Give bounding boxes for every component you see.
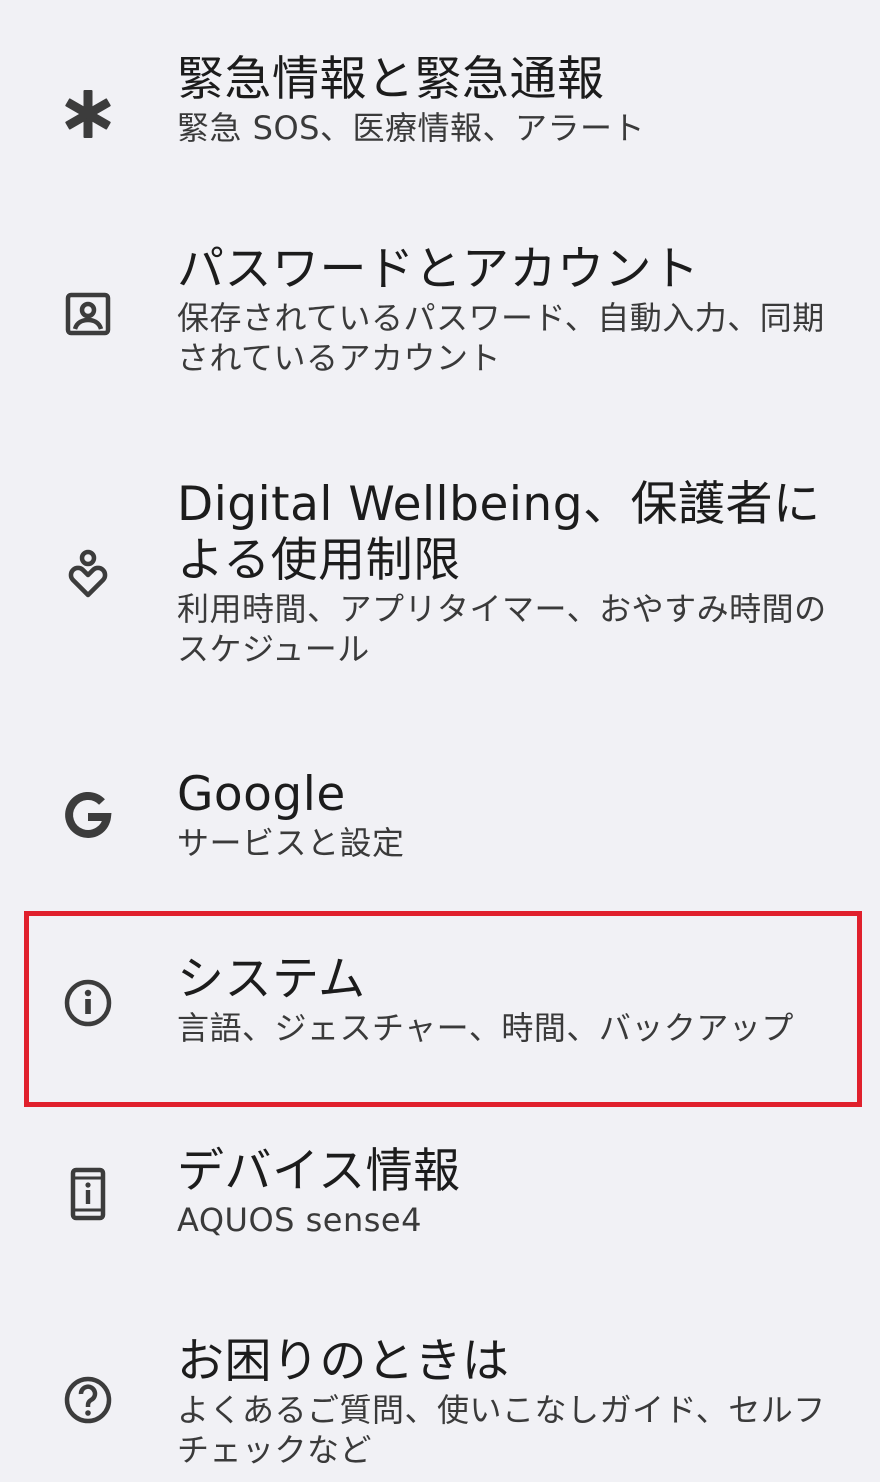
settings-item-subtitle: 保存されているパスワード、自動入力、同期されているアカウント bbox=[177, 299, 825, 377]
settings-item-help[interactable]: お困りのときは よくあるご質問、使いこなしガイド、セルフチェックなど bbox=[0, 1322, 880, 1482]
settings-item-title: パスワードとアカウント bbox=[177, 242, 700, 297]
help-icon bbox=[58, 1370, 118, 1430]
asterisk-icon bbox=[58, 84, 118, 144]
google-g-icon bbox=[58, 785, 118, 845]
phone-info-icon bbox=[58, 1164, 118, 1224]
settings-item-emergency[interactable]: 緊急情報と緊急通報 緊急 SOS、医療情報、アラート bbox=[0, 40, 880, 190]
settings-item-subtitle: AQUOS sense4 bbox=[177, 1201, 422, 1239]
settings-item-subtitle: 言語、ジェスチャー、時間、バックアップ bbox=[177, 1009, 794, 1047]
wellbeing-icon bbox=[58, 543, 118, 603]
settings-item-system[interactable]: システム 言語、ジェスチャー、時間、バックアップ bbox=[0, 940, 880, 1080]
account-box-icon bbox=[58, 284, 118, 344]
settings-item-title: Google bbox=[177, 767, 346, 822]
settings-item-title: システム bbox=[177, 952, 366, 1007]
settings-item-subtitle: 利用時間、アプリタイマー、おやすみ時間のスケジュール bbox=[177, 590, 827, 668]
info-icon bbox=[58, 973, 118, 1033]
settings-item-subtitle: よくあるご質問、使いこなしガイド、セルフチェックなど bbox=[177, 1391, 826, 1469]
settings-item-title: デバイス情報 bbox=[177, 1144, 461, 1199]
settings-item-digital-wellbeing[interactable]: Digital Wellbeing、保護者による使用制限 利用時間、アプリタイマ… bbox=[0, 465, 880, 695]
settings-item-device-info[interactable]: デバイス情報 AQUOS sense4 bbox=[0, 1132, 880, 1262]
settings-item-title: Digital Wellbeing、保護者による使用制限 bbox=[177, 477, 821, 588]
settings-item-google[interactable]: Google サービスと設定 bbox=[0, 755, 880, 885]
settings-item-title: お困りのときは bbox=[177, 1334, 510, 1389]
settings-item-subtitle: 緊急 SOS、医療情報、アラート bbox=[177, 109, 645, 147]
settings-item-subtitle: サービスと設定 bbox=[177, 824, 405, 862]
settings-item-passwords-accounts[interactable]: パスワードとアカウント 保存されているパスワード、自動入力、同期されているアカウ… bbox=[0, 230, 880, 410]
settings-item-title: 緊急情報と緊急通報 bbox=[177, 52, 605, 107]
